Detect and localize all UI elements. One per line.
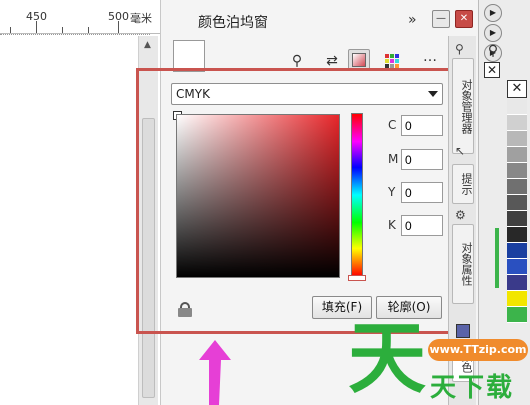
page-border-guide	[0, 34, 150, 35]
palette-swatch[interactable]	[507, 275, 527, 291]
palette-swatch[interactable]	[507, 131, 527, 147]
ruler-tick	[88, 27, 89, 33]
palette-swatch[interactable]	[507, 243, 527, 259]
palette-swatch[interactable]	[507, 307, 527, 323]
eyedropper-icon[interactable]: ⚲	[482, 40, 504, 62]
ruler-unit: 毫米	[130, 12, 152, 25]
ruler-tick	[62, 27, 63, 33]
palette-swatch[interactable]	[507, 179, 527, 195]
palette-swatch[interactable]	[507, 211, 527, 227]
ruler-tick	[10, 27, 11, 33]
tab-object-properties[interactable]: 对象属性	[452, 224, 474, 304]
no-fill-icon[interactable]: ✕	[484, 62, 500, 78]
palette-swatch[interactable]	[507, 259, 527, 275]
color-tab-swatch-icon	[456, 324, 470, 338]
palette-swatch[interactable]	[507, 99, 527, 115]
close-docker-button[interactable]: ✕	[455, 10, 473, 28]
palette-swatch-column	[507, 99, 527, 323]
help-cursor-icon: ↖	[455, 144, 466, 158]
more-options-icon[interactable]: …	[419, 46, 441, 68]
palette-swatch[interactable]	[507, 115, 527, 131]
palette-swatch[interactable]	[507, 227, 527, 243]
palette-scroll-indicator[interactable]	[495, 228, 499, 288]
palette-swatch[interactable]	[507, 147, 527, 163]
properties-icon: ⚙	[455, 208, 466, 222]
ruler-tick	[36, 21, 37, 33]
palette-swatch[interactable]	[507, 195, 527, 211]
palette-swatch[interactable]	[507, 163, 527, 179]
tab-object-manager[interactable]: 对象管理器	[452, 58, 474, 154]
palette-swatch[interactable]	[507, 291, 527, 307]
minimize-docker-button[interactable]: —	[432, 10, 450, 28]
ruler-tick	[118, 21, 119, 33]
no-color-icon[interactable]: ✕	[507, 80, 527, 98]
horizontal-ruler: 450 500 毫米	[0, 0, 160, 34]
scroll-up-arrow-icon[interactable]: ▲	[144, 40, 151, 50]
docker-title: 颜色泊坞窗	[198, 15, 268, 31]
watermark-text: 天下载	[430, 373, 515, 403]
watermark-logo-character: 天	[348, 313, 427, 404]
tab-hints[interactable]: 提示	[452, 164, 474, 204]
eyedropper-icon: ⚲	[455, 42, 464, 56]
docker-title-bar: 颜色泊坞窗 » — ✕	[161, 6, 479, 34]
palette-scroll-up-icon[interactable]: ▶	[484, 4, 502, 22]
expand-docker-button[interactable]: »	[408, 12, 417, 28]
arrow-up-annotation-icon	[199, 340, 231, 405]
watermark-url: www.TTzip.com	[428, 339, 528, 361]
highlight-frame	[136, 68, 454, 334]
color-viewer-icon	[352, 53, 366, 67]
